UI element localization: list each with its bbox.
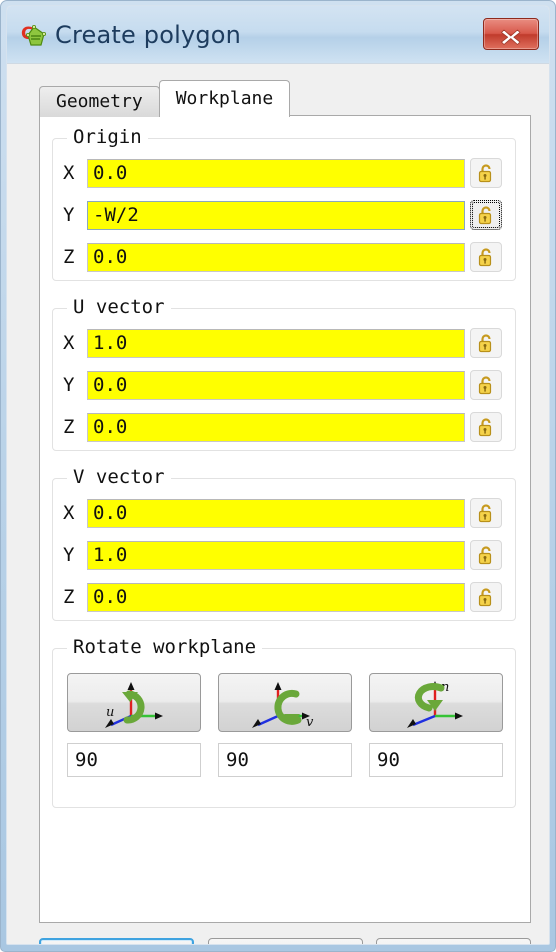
- group-rotate-title: Rotate workplane: [67, 636, 263, 658]
- tab-geometry[interactable]: Geometry: [39, 86, 160, 117]
- dialog-window-inner: C Create polygon Geometry Workplane Ori: [6, 5, 550, 945]
- dialog-body: Geometry Workplane Origin X 0.0 Y -W/2 Z…: [7, 64, 549, 944]
- v-vector-x-input[interactable]: [87, 498, 465, 528]
- rotate-about-u-axis-icon[interactable]: u: [67, 673, 201, 732]
- v-vector-z-label: Z: [63, 586, 75, 608]
- v-vector-z-input[interactable]: [87, 582, 465, 612]
- origin-z-label: Z: [63, 246, 75, 268]
- unlocked-padlock-icon[interactable]: [470, 412, 502, 442]
- u-vector-x-label: X: [63, 332, 75, 354]
- v-vector-row-z: Z: [63, 582, 502, 612]
- unlocked-padlock-icon[interactable]: [470, 370, 502, 400]
- origin-x-label: X: [63, 162, 75, 184]
- rotate-v-angle-input[interactable]: [218, 743, 352, 777]
- origin-row-z: Z: [63, 242, 502, 272]
- rotate-u-angle-input[interactable]: [67, 743, 201, 777]
- u-vector-row-z: Z: [63, 412, 502, 442]
- unlocked-padlock-icon[interactable]: [470, 158, 502, 188]
- u-vector-z-label: Z: [63, 416, 75, 438]
- create-button[interactable]: Create: [39, 938, 194, 944]
- unlocked-padlock-icon[interactable]: [470, 582, 502, 612]
- rotate-about-n-axis-icon[interactable]: n: [369, 673, 503, 732]
- v-vector-row-y: Y: [63, 540, 502, 570]
- group-rotate-workplane: Rotate workplane u v n 90 90 90: [52, 636, 516, 808]
- group-u-vector: U vector X Y: [52, 296, 516, 451]
- u-vector-y-label: Y: [63, 374, 75, 396]
- group-origin: Origin X Y: [52, 126, 516, 281]
- add-button[interactable]: Add: [207, 938, 363, 944]
- unlocked-padlock-icon[interactable]: [470, 540, 502, 570]
- origin-z-input[interactable]: [87, 242, 465, 272]
- dialog-window: C Create polygon Geometry Workplane Ori: [0, 0, 556, 952]
- workplane-tab-panel: Origin X Y: [39, 115, 531, 923]
- tab-workplane[interactable]: Workplane: [158, 80, 291, 117]
- unlocked-padlock-icon[interactable]: [470, 242, 502, 272]
- unlocked-padlock-icon[interactable]: [470, 328, 502, 358]
- group-origin-title: Origin: [67, 126, 148, 148]
- rotate-n-angle-input[interactable]: [369, 743, 503, 777]
- v-vector-x-label: X: [63, 502, 75, 524]
- u-vector-row-y: Y: [63, 370, 502, 400]
- origin-y-label: Y: [63, 204, 75, 226]
- window-title: Create polygon: [55, 21, 242, 49]
- origin-y-input[interactable]: [87, 200, 465, 230]
- u-vector-x-input[interactable]: [87, 328, 465, 358]
- group-v-vector-title: V vector: [67, 466, 171, 488]
- u-vector-y-input[interactable]: [87, 370, 465, 400]
- origin-row-y: Y: [63, 200, 502, 230]
- unlocked-padlock-icon[interactable]: [470, 498, 502, 528]
- tab-strip: Geometry Workplane: [39, 80, 291, 117]
- title-bar: C Create polygon: [7, 6, 549, 64]
- dialog-button-bar: Create Add Close: [39, 938, 531, 944]
- origin-row-x: X: [63, 158, 502, 188]
- v-vector-y-input[interactable]: [87, 540, 465, 570]
- group-v-vector: V vector X Y: [52, 466, 516, 621]
- svg-text:u: u: [106, 705, 114, 720]
- close-button[interactable]: Close: [376, 938, 531, 944]
- close-icon[interactable]: [483, 18, 539, 50]
- rotate-about-v-axis-icon[interactable]: v: [218, 673, 352, 732]
- svg-text:v: v: [306, 715, 314, 728]
- group-u-vector-title: U vector: [67, 296, 171, 318]
- origin-x-input[interactable]: [87, 158, 465, 188]
- v-vector-row-x: X: [63, 498, 502, 528]
- polygon-app-icon: C: [20, 23, 46, 49]
- unlocked-padlock-icon[interactable]: [470, 200, 502, 230]
- u-vector-z-input[interactable]: [87, 412, 465, 442]
- u-vector-row-x: X: [63, 328, 502, 358]
- v-vector-y-label: Y: [63, 544, 75, 566]
